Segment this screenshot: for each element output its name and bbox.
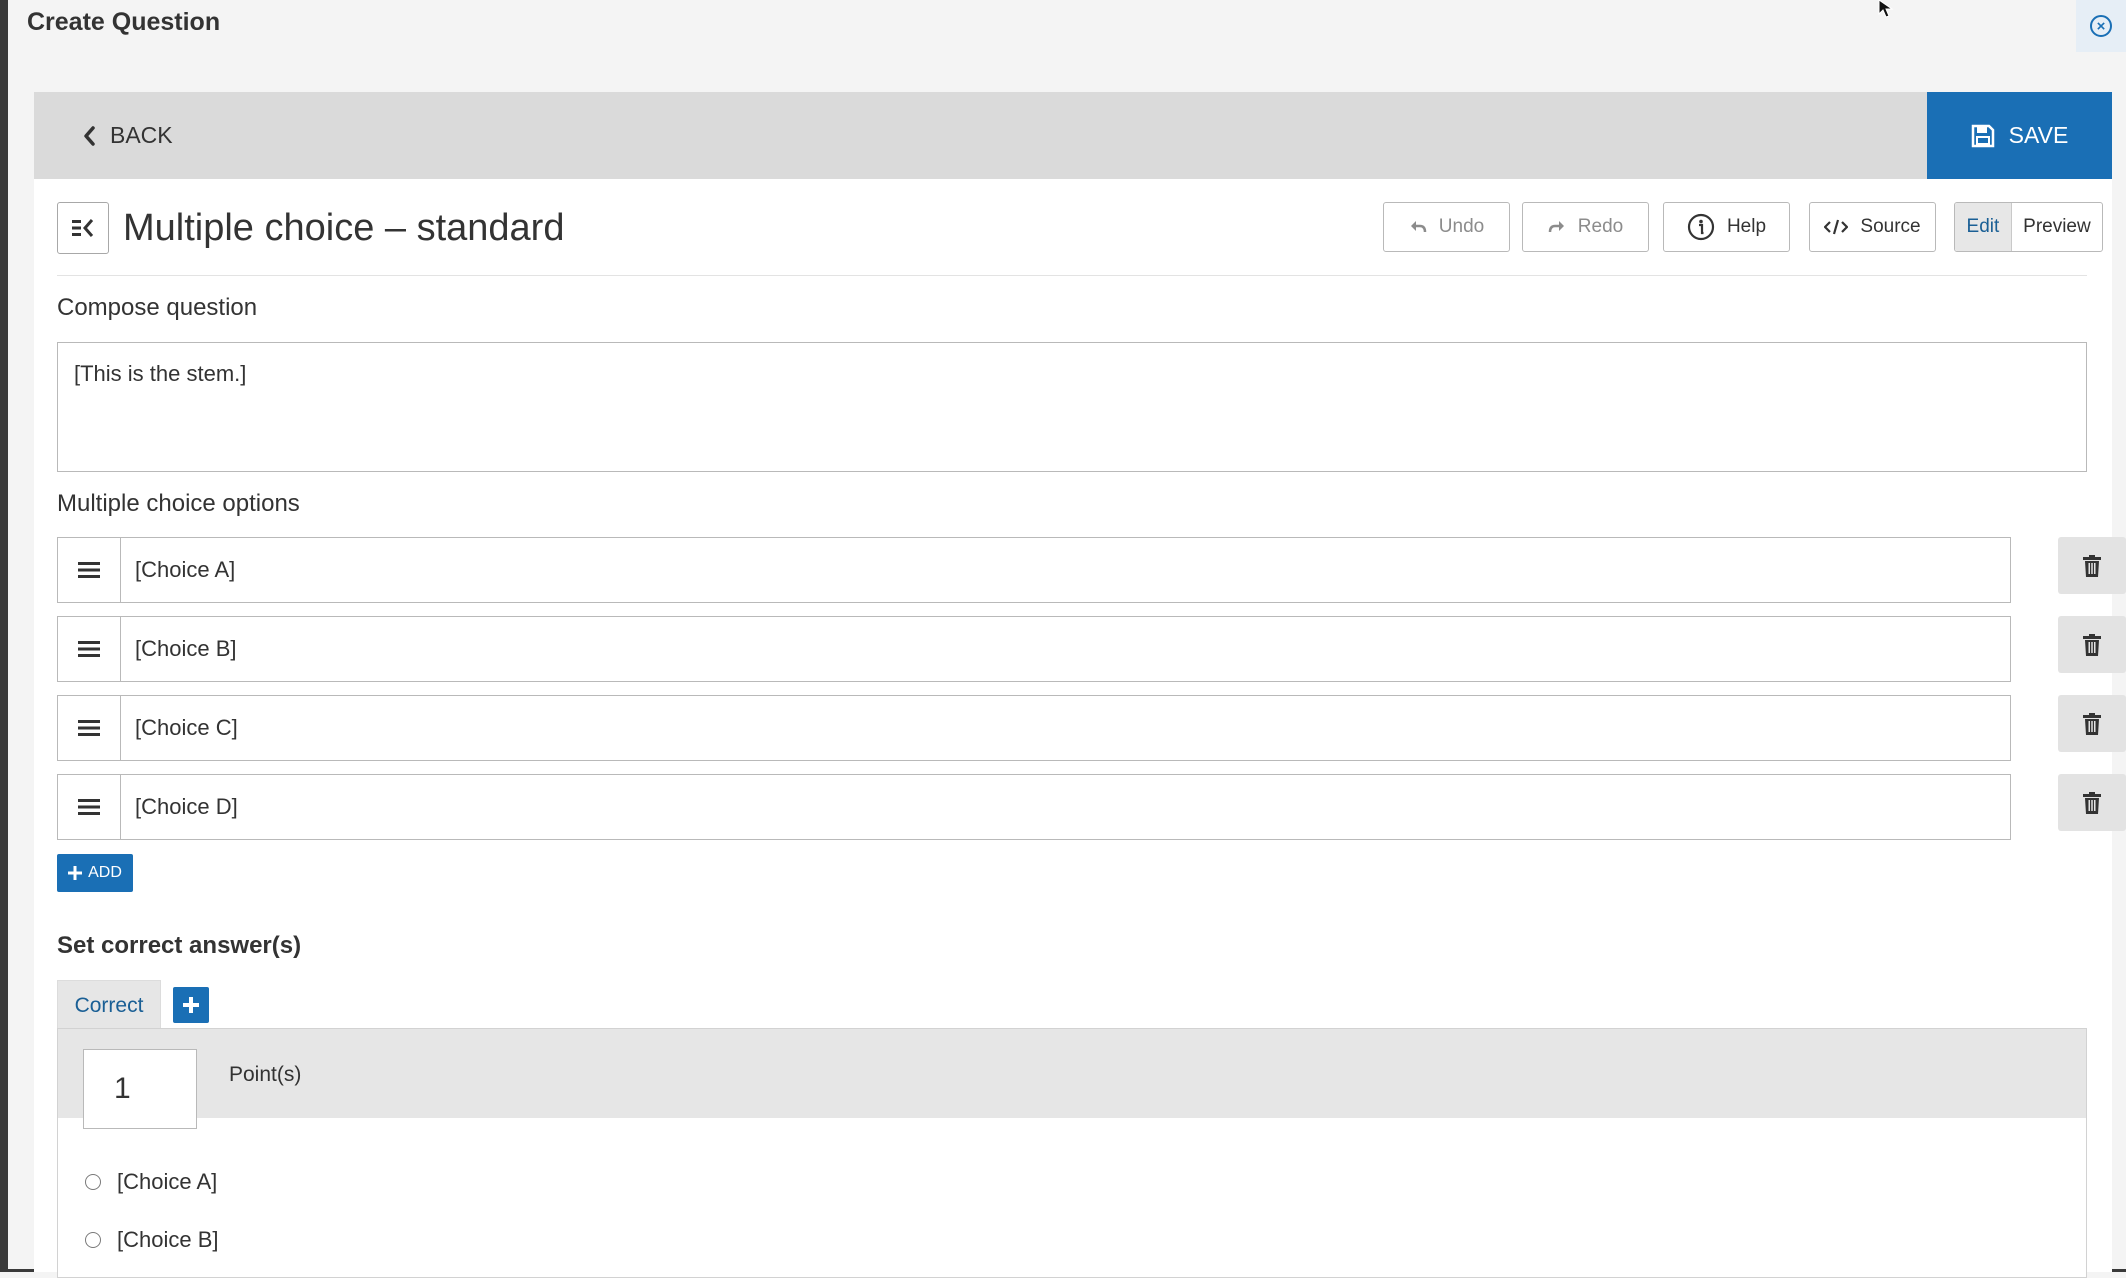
dialog-title-bar: Create Question	[8, 0, 2126, 90]
choice-input[interactable]: [Choice B]	[120, 616, 2011, 682]
choice-row: [Choice B]	[57, 616, 2126, 682]
radio-icon[interactable]	[85, 1174, 101, 1190]
chevron-left-icon	[84, 125, 95, 146]
stem-editor[interactable]: [This is the stem.]	[57, 342, 2087, 472]
redo-icon	[1548, 221, 1564, 233]
save-disk-icon	[1971, 124, 1994, 147]
drag-handle-icon	[78, 562, 100, 578]
choice-input[interactable]: [Choice A]	[120, 537, 2011, 603]
trash-icon	[2083, 554, 2101, 577]
editor-content: BACK SAVE Multiple choice – standard Und…	[34, 92, 2126, 1278]
drag-handle[interactable]	[57, 695, 121, 761]
radio-icon[interactable]	[85, 1232, 101, 1248]
mouse-cursor-icon	[1878, 0, 1894, 18]
edit-preview-toggle: Edit Preview	[1954, 202, 2103, 252]
drag-handle[interactable]	[57, 616, 121, 682]
source-label: Source	[1860, 216, 1921, 237]
answer-option-label: [Choice B]	[117, 1227, 219, 1252]
options-label: Multiple choice options	[57, 490, 300, 517]
save-label: SAVE	[2008, 122, 2069, 148]
points-label: Point(s)	[229, 1063, 302, 1086]
redo-label: Redo	[1577, 216, 1624, 237]
header-divider	[57, 275, 2087, 276]
drag-handle[interactable]	[57, 774, 121, 840]
undo-icon	[1410, 221, 1427, 233]
back-button[interactable]: BACK	[82, 92, 173, 179]
save-button[interactable]: SAVE	[1927, 92, 2112, 179]
trash-icon	[2083, 712, 2101, 735]
code-icon	[1824, 219, 1849, 235]
drag-handle[interactable]	[57, 537, 121, 603]
add-choice-button[interactable]: ADD	[57, 854, 133, 892]
drag-handle-icon	[78, 641, 100, 657]
plus-icon	[68, 866, 83, 880]
undo-button[interactable]: Undo	[1383, 202, 1510, 252]
choice-input[interactable]: [Choice D]	[120, 774, 2011, 840]
widget-header: Multiple choice – standard Undo Redo Hel…	[57, 202, 2103, 254]
source-button[interactable]: Source	[1809, 202, 1936, 252]
delete-choice-button[interactable]	[2058, 537, 2126, 594]
collapse-panel-icon	[72, 219, 94, 237]
dialog-title: Create Question	[27, 8, 221, 36]
editor-top-bar: BACK SAVE	[34, 92, 2112, 179]
points-input[interactable]: 1	[83, 1049, 197, 1129]
redo-button[interactable]: Redo	[1522, 202, 1649, 252]
compose-question-label: Compose question	[57, 294, 258, 321]
trash-icon	[2083, 791, 2101, 814]
delete-choice-button[interactable]	[2058, 695, 2126, 752]
choice-row: [Choice A]	[57, 537, 2126, 603]
plus-icon	[183, 997, 199, 1013]
correct-answer-panel: 1 Point(s) [Choice A] [Choice B]	[57, 1028, 2087, 1278]
add-alternate-answer-button[interactable]	[173, 987, 209, 1023]
delete-choice-button[interactable]	[2058, 774, 2126, 831]
collapse-panel-button[interactable]	[57, 202, 109, 254]
edit-tab[interactable]: Edit	[1955, 203, 2012, 251]
drag-handle-icon	[78, 720, 100, 736]
delete-choice-button[interactable]	[2058, 616, 2126, 673]
help-label: Help	[1726, 216, 1767, 237]
preview-tab[interactable]: Preview	[2012, 203, 2102, 251]
close-dialog-button[interactable]: ×	[2076, 0, 2126, 52]
points-band	[58, 1029, 2086, 1118]
back-label: BACK	[110, 122, 173, 148]
close-circle-icon: ×	[2090, 15, 2112, 37]
answer-option[interactable]: [Choice B]	[85, 1227, 219, 1253]
info-icon	[1687, 213, 1715, 241]
add-label: ADD	[88, 864, 122, 881]
choice-row: [Choice D]	[57, 774, 2126, 840]
correct-answer-heading: Set correct answer(s)	[57, 932, 302, 959]
answer-option-label: [Choice A]	[117, 1169, 218, 1194]
drag-handle-icon	[78, 799, 100, 815]
tab-correct[interactable]: Correct	[57, 980, 161, 1030]
undo-label: Undo	[1438, 216, 1485, 237]
widget-title: Multiple choice – standard	[123, 207, 565, 249]
choice-input[interactable]: [Choice C]	[120, 695, 2011, 761]
answer-option[interactable]: [Choice A]	[85, 1169, 217, 1195]
trash-icon	[2083, 633, 2101, 656]
choice-row: [Choice C]	[57, 695, 2126, 761]
help-button[interactable]: Help	[1663, 202, 1790, 252]
window-border-left	[0, 0, 8, 1272]
